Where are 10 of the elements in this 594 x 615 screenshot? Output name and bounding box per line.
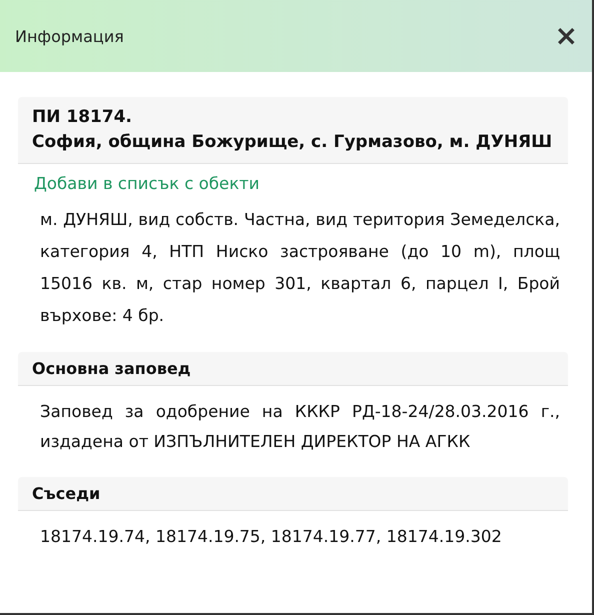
parcel-title: София, община Божурище, с. Гурмазово, м. ДУНЯШ bbox=[32, 131, 552, 154]
add-to-list-link[interactable]: Добави в списък с обекти bbox=[0, 164, 260, 193]
window-title: Информация bbox=[15, 26, 124, 46]
close-button[interactable]: × bbox=[554, 22, 578, 50]
parcel-description: м. ДУНЯШ, вид собств. Частна, вид територия Земеделска, категория 4, НТП Ниско застрояване (до 10 m), площ 15016 кв. м, стар номер 301, квартал 6, парцел I, Брой върхове: 4 бр. bbox=[39, 209, 561, 327]
section-text: 18174.19.74, 18174.19.75, 18174.19.77, 18174.19.302 bbox=[39, 526, 503, 548]
section-heading: Съседи bbox=[32, 484, 100, 503]
parcel-title: ПИ 18174. bbox=[32, 106, 132, 129]
section-heading: Основна заповед bbox=[32, 359, 191, 378]
section-text: Заповед за одобрение на КККР РД-18-24/28.03.2016 г., издадена от ИЗПЪЛНИТЕЛЕН ДИРЕКТОР НА АГКК bbox=[39, 401, 561, 453]
